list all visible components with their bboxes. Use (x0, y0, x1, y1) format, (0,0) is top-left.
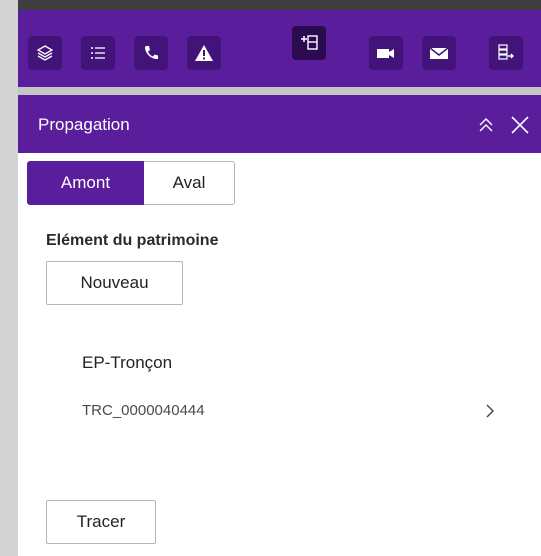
panel-header: Propagation (18, 95, 541, 153)
layers-icon (36, 45, 54, 61)
mail-button[interactable] (422, 36, 456, 70)
propagation-panel: Propagation Amont Aval Elément du patrim… (18, 95, 541, 556)
asset-list-item[interactable]: EP-Tronçon TRC_0000040444 (18, 335, 541, 455)
network-trace-button[interactable] (292, 26, 326, 60)
chevron-right-icon (486, 404, 494, 418)
collapse-icon[interactable] (476, 115, 496, 135)
list-button[interactable] (81, 36, 115, 70)
tab-amont[interactable]: Amont (27, 161, 144, 205)
video-button[interactable] (369, 36, 403, 70)
window-top-bar (18, 0, 541, 10)
phone-button[interactable] (134, 36, 168, 70)
warning-button[interactable] (187, 36, 221, 70)
item-type: EP-Tronçon (82, 353, 173, 372)
trace-button[interactable]: Tracer (46, 500, 156, 544)
new-button[interactable]: Nouveau (46, 261, 183, 305)
video-camera-icon (377, 49, 394, 58)
panel-title: Propagation (38, 115, 130, 134)
toolbar (18, 10, 541, 95)
close-icon[interactable] (509, 114, 531, 136)
layers-button[interactable] (28, 36, 62, 70)
export-list-icon (498, 44, 514, 60)
direction-toggle: Amont Aval (27, 161, 235, 205)
list-icon (91, 47, 105, 59)
window-edge (0, 0, 18, 556)
export-button[interactable] (489, 36, 523, 70)
toolbar-divider (18, 87, 541, 95)
item-id: TRC_0000040444 (82, 402, 205, 419)
warning-icon (195, 45, 213, 61)
tab-aval[interactable]: Aval (144, 161, 235, 205)
mail-icon (429, 47, 449, 59)
phone-icon (145, 46, 158, 60)
network-trace-icon (301, 35, 318, 50)
section-label: Elément du patrimoine (46, 232, 219, 249)
